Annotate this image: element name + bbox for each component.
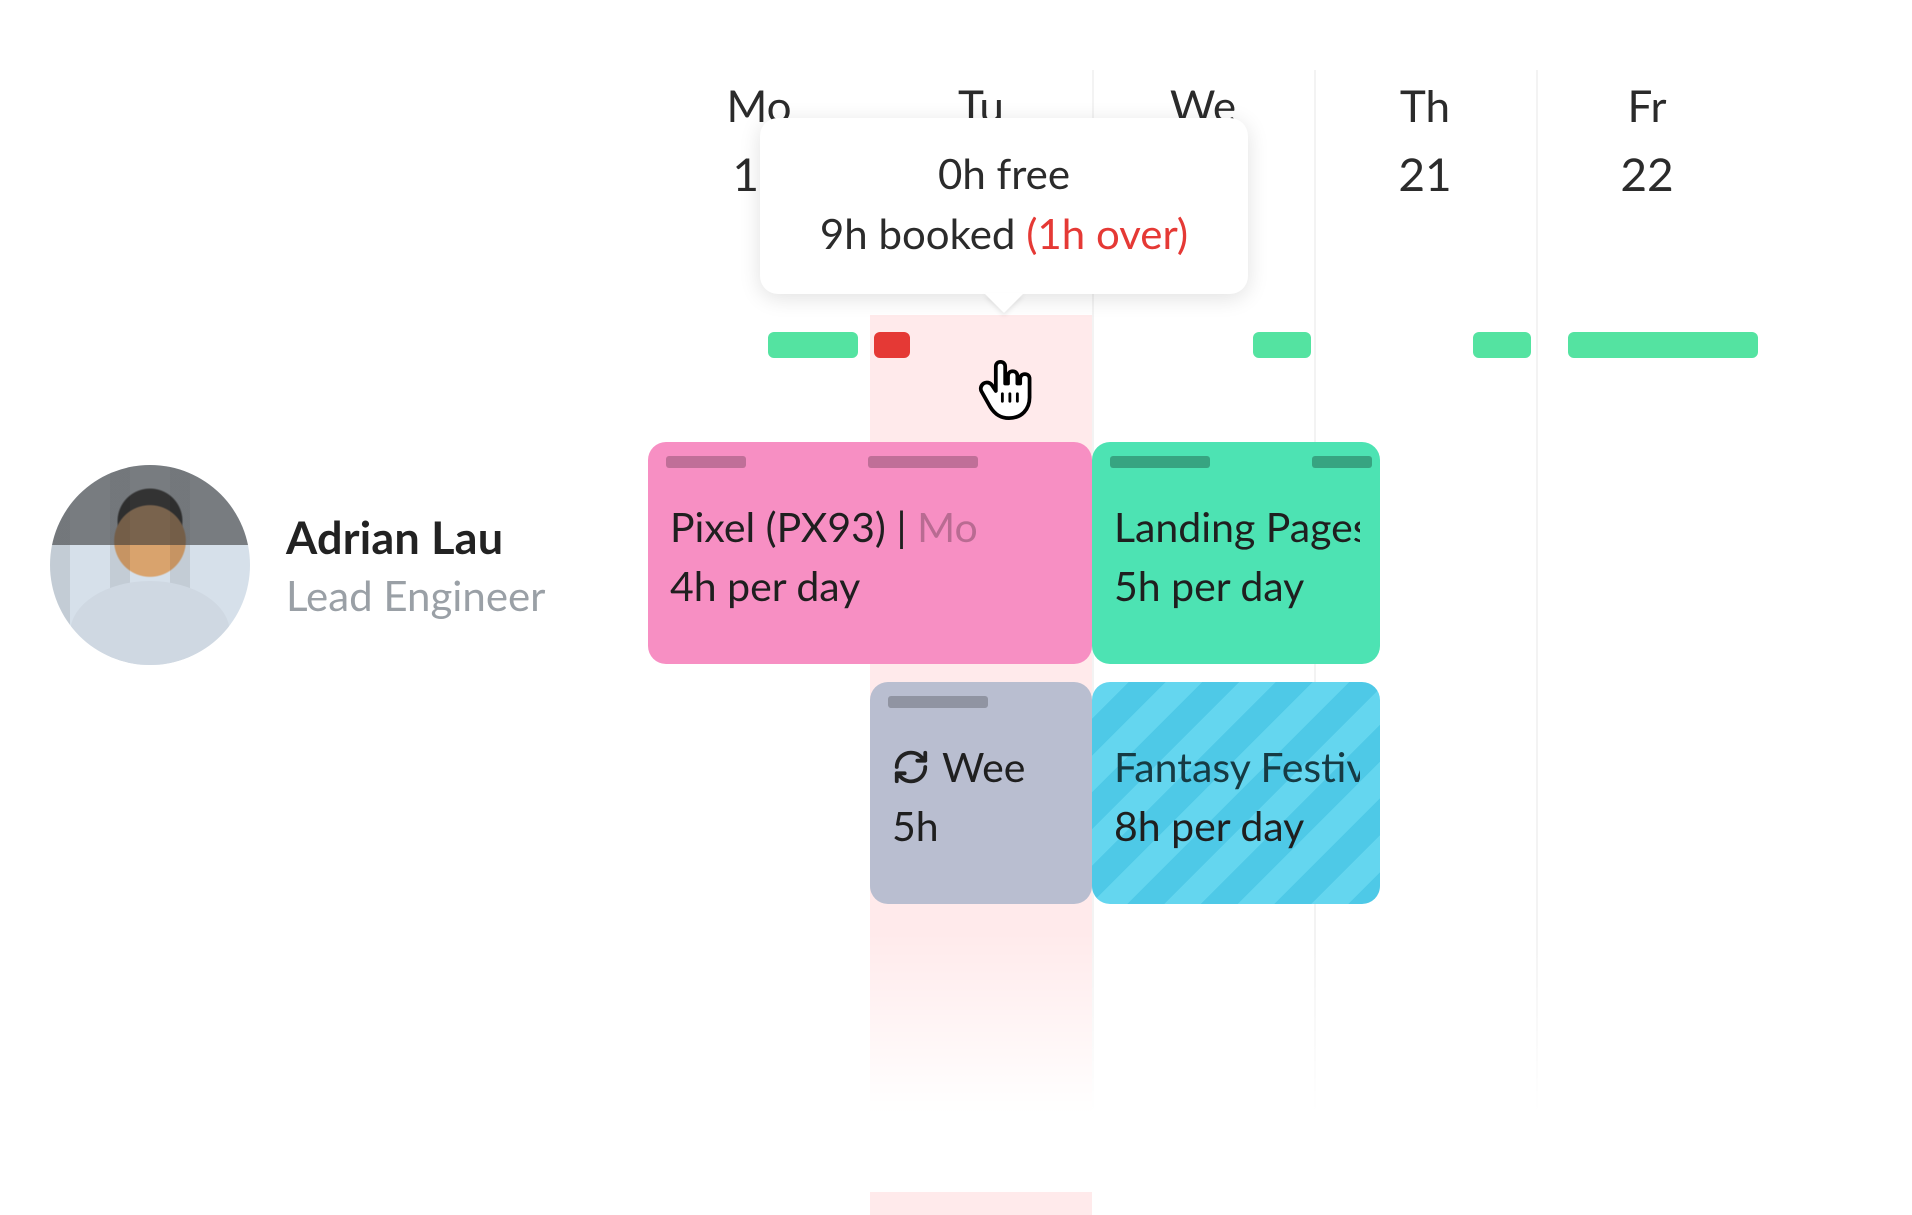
drag-handle-icon[interactable] — [1110, 456, 1210, 468]
day-number: 22 — [1536, 146, 1758, 201]
availability-chip-free[interactable] — [768, 332, 858, 358]
availability-row — [648, 332, 1758, 358]
task-title: Fantasy Festival — [1114, 740, 1360, 793]
availability-chip-free[interactable] — [1473, 332, 1531, 358]
tooltip-over-text: (1h over) — [1026, 208, 1188, 258]
drag-handle-icon[interactable] — [868, 456, 978, 468]
tooltip-booked-text: 9h booked — [820, 208, 1026, 258]
task-title: Wee — [892, 740, 1072, 793]
drag-handle-icon[interactable] — [1312, 456, 1372, 468]
person-card[interactable]: Adrian Lau Lead Engineer — [50, 465, 545, 665]
drag-handle-icon[interactable] — [666, 456, 746, 468]
task-subtitle: 8h per day — [1114, 799, 1360, 852]
task-block-fantasy-festival[interactable]: Fantasy Festival 8h per day — [1092, 682, 1380, 904]
day-abbr: Fr — [1536, 80, 1758, 132]
tooltip-booked-hours: 9h booked (1h over) — [796, 208, 1212, 258]
availability-chip-free[interactable] — [1568, 332, 1758, 358]
task-block-pixel[interactable]: Pixel (PX93) | Mo 4h per day — [648, 442, 1092, 664]
task-block-landing-pages[interactable]: Landing Pages 5h per day — [1092, 442, 1380, 664]
day-abbr: Th — [1314, 80, 1536, 132]
avatar[interactable] — [50, 465, 250, 665]
tooltip-free-hours: 0h free — [796, 148, 1212, 198]
task-subtitle: 5h per day — [1114, 559, 1360, 612]
availability-chip-free[interactable] — [1253, 332, 1311, 358]
drag-handle-icon[interactable] — [888, 696, 988, 708]
day-column-th[interactable]: Th 21 — [1314, 80, 1536, 201]
task-block-weekly[interactable]: Wee 5h — [870, 682, 1092, 904]
person-role: Lead Engineer — [286, 570, 545, 620]
recurring-icon — [892, 748, 930, 786]
person-name: Adrian Lau — [286, 510, 545, 564]
task-title: Landing Pages — [1114, 500, 1360, 553]
availability-tooltip: 0h free 9h booked (1h over) — [760, 118, 1248, 294]
task-title: Pixel (PX93) | Mo — [670, 500, 1072, 553]
availability-chip-over[interactable] — [874, 332, 910, 358]
grid-divider — [1536, 70, 1538, 1170]
task-subtitle: 5h — [892, 799, 1072, 852]
task-subtitle: 4h per day — [670, 559, 1072, 612]
day-column-fr[interactable]: Fr 22 — [1536, 80, 1758, 201]
day-number: 21 — [1314, 146, 1536, 201]
